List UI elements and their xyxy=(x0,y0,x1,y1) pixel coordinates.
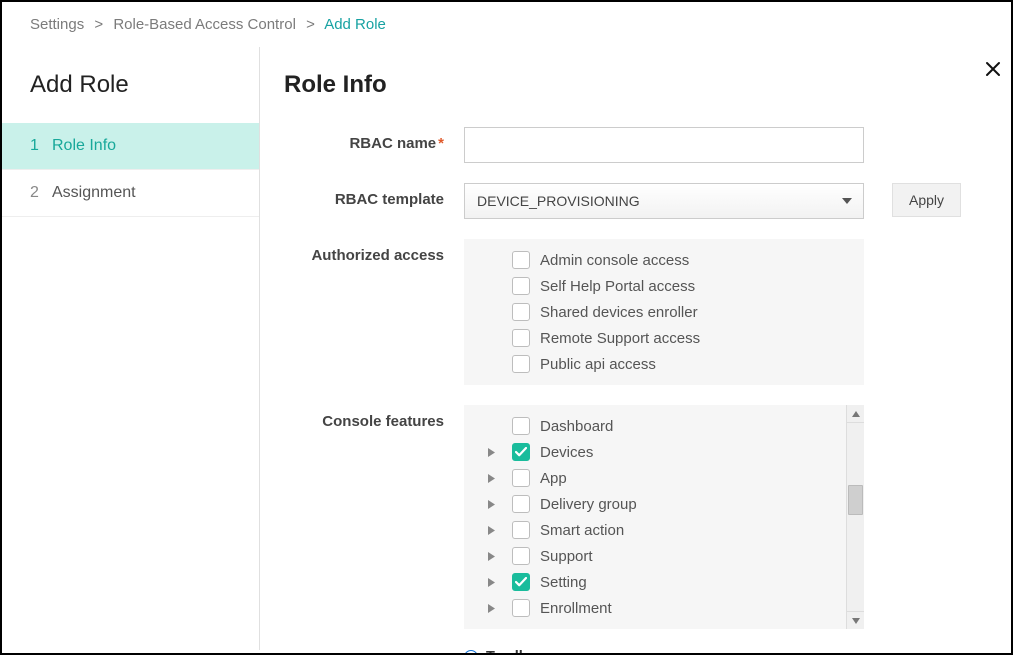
checkbox[interactable] xyxy=(512,443,530,461)
scroll-thumb[interactable] xyxy=(848,485,863,515)
console-feature-item: Setting xyxy=(512,569,840,595)
checkbox-label: Dashboard xyxy=(540,418,613,435)
checkbox-label: Smart action xyxy=(540,522,624,539)
expand-caret-icon[interactable] xyxy=(482,604,500,613)
breadcrumb-current: Add Role xyxy=(324,16,386,33)
step-role-info[interactable]: 1 Role Info xyxy=(2,123,259,170)
checkbox-label: Remote Support access xyxy=(540,330,700,347)
step-number: 1 xyxy=(30,137,52,155)
checkbox-label: Public api access xyxy=(540,356,656,373)
radio-all-user-groups[interactable] xyxy=(464,650,478,655)
sidebar-title: Add Role xyxy=(2,71,259,123)
checkbox[interactable] xyxy=(512,521,530,539)
breadcrumb-sep: > xyxy=(306,16,315,33)
label-rbac-name: RBAC name* xyxy=(284,127,464,152)
checkbox[interactable] xyxy=(512,599,530,617)
rbac-template-value: DEVICE_PROVISIONING xyxy=(477,193,640,209)
checkbox-label: Enrollment xyxy=(540,600,612,617)
scrollbar[interactable] xyxy=(846,405,864,629)
console-feature-item: Smart action xyxy=(512,517,840,543)
wizard-sidebar: Add Role 1 Role Info 2 Assignment xyxy=(2,47,260,650)
breadcrumb-rbac[interactable]: Role-Based Access Control xyxy=(113,16,296,33)
authorized-access-item: Admin console access xyxy=(512,247,864,273)
console-feature-item: App xyxy=(512,465,840,491)
breadcrumb-sep: > xyxy=(94,16,103,33)
checkbox-label: Support xyxy=(540,548,593,565)
authorized-access-item: Public api access xyxy=(512,351,864,377)
expand-caret-icon[interactable] xyxy=(482,526,500,535)
label-console-features: Console features xyxy=(284,405,464,430)
radio-label-all: To all user groups xyxy=(486,649,611,655)
checkbox[interactable] xyxy=(512,573,530,591)
checkbox[interactable] xyxy=(512,547,530,565)
apply-template-button[interactable]: Apply xyxy=(892,183,961,217)
checkbox-label: Self Help Portal access xyxy=(540,278,695,295)
scroll-down-icon[interactable] xyxy=(847,611,864,629)
checkbox[interactable] xyxy=(512,469,530,487)
checkbox[interactable] xyxy=(512,417,530,435)
scroll-up-icon[interactable] xyxy=(847,405,864,423)
authorized-access-item: Shared devices enroller xyxy=(512,299,864,325)
authorized-access-panel: Admin console access Self Help Portal acc… xyxy=(464,239,864,385)
checkbox-label: Devices xyxy=(540,444,593,461)
console-feature-item: Support xyxy=(512,543,840,569)
authorized-access-item: Remote Support access xyxy=(512,325,864,351)
breadcrumb: Settings > Role-Based Access Control > A… xyxy=(2,2,1011,47)
main-panel: Role Info RBAC name* RBAC template DEVIC… xyxy=(260,47,1011,650)
checkbox[interactable] xyxy=(512,495,530,513)
console-features-panel: Dashboard Devices App Delivery group Smart a… xyxy=(464,405,864,629)
checkbox[interactable] xyxy=(512,251,530,269)
checkbox[interactable] xyxy=(512,277,530,295)
checkbox-label: Shared devices enroller xyxy=(540,304,698,321)
rbac-name-input[interactable] xyxy=(464,127,864,163)
step-label: Role Info xyxy=(52,137,116,155)
label-rbac-template: RBAC template xyxy=(284,183,464,208)
step-number: 2 xyxy=(30,184,52,202)
label-authorized-access: Authorized access xyxy=(284,239,464,264)
rbac-template-select[interactable]: DEVICE_PROVISIONING xyxy=(464,183,864,219)
authorized-access-item: Self Help Portal access xyxy=(512,273,864,299)
checkbox-label: Delivery group xyxy=(540,496,637,513)
checkbox-label: Admin console access xyxy=(540,252,689,269)
label-apply-permissions: Apply permissions xyxy=(284,649,464,655)
expand-caret-icon[interactable] xyxy=(482,500,500,509)
step-assignment[interactable]: 2 Assignment xyxy=(2,170,259,217)
checkbox[interactable] xyxy=(512,329,530,347)
page-title: Role Info xyxy=(284,71,971,99)
breadcrumb-settings[interactable]: Settings xyxy=(30,16,84,33)
step-label: Assignment xyxy=(52,184,136,202)
expand-caret-icon[interactable] xyxy=(482,552,500,561)
expand-caret-icon[interactable] xyxy=(482,474,500,483)
console-feature-item: Enrollment xyxy=(512,595,840,621)
checkbox[interactable] xyxy=(512,355,530,373)
expand-caret-icon[interactable] xyxy=(482,578,500,587)
checkbox-label: Setting xyxy=(540,574,587,591)
console-feature-item: Devices xyxy=(512,439,840,465)
checkbox-label: App xyxy=(540,470,567,487)
close-icon[interactable] xyxy=(985,57,1001,83)
console-feature-item: Dashboard xyxy=(512,413,840,439)
checkbox[interactable] xyxy=(512,303,530,321)
expand-caret-icon[interactable] xyxy=(482,448,500,457)
console-feature-item: Delivery group xyxy=(512,491,840,517)
